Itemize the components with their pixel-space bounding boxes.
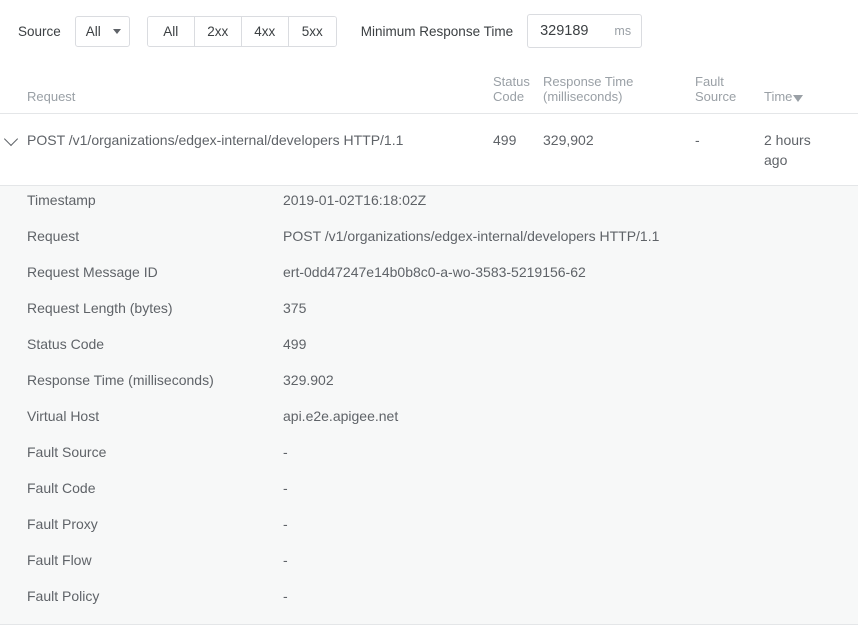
status-code-column-header: Status Code — [493, 74, 543, 104]
row-fault-source: - — [695, 130, 764, 150]
detail-label: Status Code — [0, 336, 283, 352]
detail-value: POST /v1/organizations/edgex-internal/de… — [283, 228, 659, 244]
detail-value: api.e2e.apigee.net — [283, 408, 398, 424]
detail-value: - — [283, 588, 288, 604]
table-header-row: Request Status Code Response Time (milli… — [0, 62, 858, 114]
chevron-down-icon — [113, 29, 121, 34]
row-time: 2 hours ago — [764, 130, 834, 170]
row-request: POST /v1/organizations/edgex-internal/de… — [27, 130, 493, 150]
minimum-response-time-field[interactable]: ms — [527, 14, 642, 48]
fault-source-column-header-line1: Fault — [695, 74, 764, 89]
detail-label: Fault Proxy — [0, 516, 283, 532]
status-filter-2xx[interactable]: 2xx — [195, 17, 242, 46]
detail-row-timestamp: Timestamp 2019-01-02T16:18:02Z — [0, 192, 858, 228]
minimum-response-time-input[interactable] — [540, 23, 608, 39]
source-select-value: All — [86, 24, 101, 39]
detail-row-response-time: Response Time (milliseconds) 329.902 — [0, 372, 858, 408]
source-label: Source — [18, 24, 61, 39]
detail-row-fault-source: Fault Source - — [0, 444, 858, 480]
fault-source-column-header-line2: Source — [695, 89, 764, 104]
row-detail-panel: Timestamp 2019-01-02T16:18:02Z Request P… — [0, 186, 858, 625]
detail-value: 329.902 — [283, 372, 334, 388]
triangle-down-icon — [793, 95, 803, 102]
detail-row-request-message-id: Request Message ID ert-0dd47247e14b0b8c0… — [0, 264, 858, 300]
row-status-code: 499 — [493, 130, 543, 150]
response-time-column-header-line1: Response Time — [543, 74, 695, 89]
status-filter-5xx[interactable]: 5xx — [289, 17, 336, 46]
status-code-column-header-line1: Status — [493, 74, 543, 89]
detail-label: Request Message ID — [0, 264, 283, 280]
detail-value: - — [283, 480, 288, 496]
minimum-response-time-label: Minimum Response Time — [361, 24, 513, 39]
detail-row-fault-policy: Fault Policy - — [0, 588, 858, 624]
detail-row-status-code: Status Code 499 — [0, 336, 858, 372]
row-response-time: 329,902 — [543, 130, 695, 150]
time-column-header-label: Time — [764, 89, 792, 104]
detail-label: Timestamp — [0, 192, 283, 208]
detail-row-fault-proxy: Fault Proxy - — [0, 516, 858, 552]
detail-row-fault-code: Fault Code - — [0, 480, 858, 516]
detail-label: Virtual Host — [0, 408, 283, 424]
detail-row-fault-flow: Fault Flow - — [0, 552, 858, 588]
detail-row-request: Request POST /v1/organizations/edgex-int… — [0, 228, 858, 264]
detail-value: 375 — [283, 300, 306, 316]
filter-bar: Source All All 2xx 4xx 5xx Minimum Respo… — [0, 0, 858, 62]
status-filter-4xx[interactable]: 4xx — [242, 17, 289, 46]
response-time-column-header: Response Time (milliseconds) — [543, 74, 695, 104]
status-code-column-header-line2: Code — [493, 89, 543, 104]
chevron-down-icon — [4, 132, 18, 146]
response-time-column-header-line2: (milliseconds) — [543, 89, 695, 104]
detail-value: - — [283, 552, 288, 568]
detail-label: Fault Policy — [0, 588, 283, 604]
detail-row-request-length: Request Length (bytes) 375 — [0, 300, 858, 336]
detail-label: Request Length (bytes) — [0, 300, 283, 316]
detail-value: ert-0dd47247e14b0b8c0-a-wo-3583-5219156-… — [283, 264, 586, 280]
row-expand-toggle[interactable] — [0, 130, 27, 144]
detail-value: 499 — [283, 336, 306, 352]
request-column-header: Request — [27, 89, 493, 104]
detail-label: Fault Code — [0, 480, 283, 496]
detail-label: Request — [0, 228, 283, 244]
detail-value: - — [283, 444, 288, 460]
detail-row-virtual-host: Virtual Host api.e2e.apigee.net — [0, 408, 858, 444]
time-column-header[interactable]: Time — [764, 89, 834, 104]
trace-table: Request Status Code Response Time (milli… — [0, 62, 858, 625]
detail-value: 2019-01-02T16:18:02Z — [283, 192, 426, 208]
table-row[interactable]: POST /v1/organizations/edgex-internal/de… — [0, 114, 858, 186]
detail-label: Fault Source — [0, 444, 283, 460]
detail-label: Response Time (milliseconds) — [0, 372, 283, 388]
status-code-filter-group: All 2xx 4xx 5xx — [147, 16, 337, 47]
source-select[interactable]: All — [75, 16, 130, 47]
status-filter-all[interactable]: All — [148, 17, 195, 46]
milliseconds-unit-label: ms — [614, 24, 631, 38]
fault-source-column-header: Fault Source — [695, 74, 764, 104]
detail-value: - — [283, 516, 288, 532]
detail-label: Fault Flow — [0, 552, 283, 568]
